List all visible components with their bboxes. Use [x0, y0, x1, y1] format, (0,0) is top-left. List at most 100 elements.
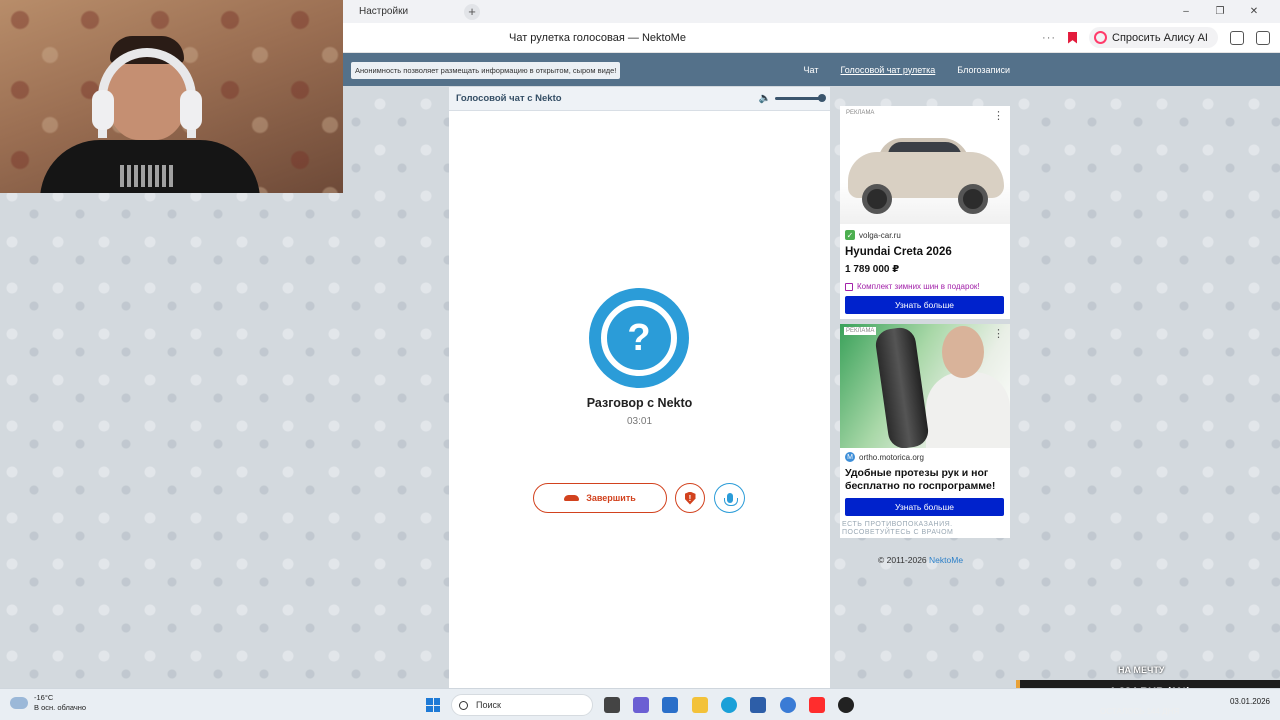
partner-avatar: ? — [589, 288, 689, 388]
donation-goal-label: НА МЕЧТУ — [1118, 665, 1165, 675]
hangup-icon — [564, 495, 580, 501]
speaker-icon: 🔈 — [758, 93, 771, 104]
ad-source[interactable]: ✓ volga-car.ru — [845, 230, 901, 240]
streamer-figure — [40, 30, 260, 193]
explorer-icon[interactable] — [692, 697, 708, 713]
taskbar-clock: 03.01.2026 — [1229, 697, 1270, 706]
cloud-icon — [10, 697, 28, 709]
obs-icon[interactable] — [838, 697, 854, 713]
headset-ear-left — [92, 90, 114, 130]
volume-control[interactable]: 🔈 — [758, 93, 826, 104]
ad-promo: Комплект зимних шин в подарок! — [845, 282, 980, 291]
page-title[interactable]: Чат рулетка голосовая — NektoMe — [509, 32, 686, 44]
microphone-button[interactable] — [714, 483, 745, 513]
ad-promo-label: Комплект зимних шин в подарок! — [857, 282, 980, 291]
tab-settings[interactable]: Настройки — [343, 0, 424, 23]
webcam-overlay — [0, 0, 343, 193]
new-tab-button[interactable]: + — [464, 3, 481, 20]
motorica-icon: M — [845, 452, 855, 462]
store-icon[interactable] — [662, 697, 678, 713]
ad-price: 1 789 000 ₽ — [845, 264, 900, 275]
car-wheel — [862, 184, 892, 214]
search-icon — [459, 700, 468, 710]
report-button[interactable]: ! — [675, 483, 705, 513]
ad-learn-more-button[interactable]: Узнать больше — [845, 296, 1004, 314]
microphone-icon — [723, 493, 738, 506]
search-label: Поиск — [476, 700, 501, 710]
yandex-browser-icon[interactable] — [809, 697, 825, 713]
nav-link-voice-chat[interactable]: Голосовой чат рулетка — [840, 65, 935, 75]
ad-source-label: ortho.motorica.org — [859, 452, 924, 462]
end-call-button[interactable]: Завершить — [533, 483, 667, 513]
volume-slider[interactable] — [775, 94, 826, 102]
more-icon[interactable]: ··· — [1042, 32, 1056, 44]
temperature: -16°C — [34, 693, 54, 702]
volume-slider-knob[interactable] — [818, 94, 826, 102]
footer-link[interactable]: NektoMe — [929, 555, 963, 565]
ad-learn-more-button[interactable]: Узнать больше — [845, 498, 1004, 516]
weather-description: В осн. облачно — [34, 703, 87, 712]
alisa-label: Спросить Алису AI — [1112, 31, 1208, 44]
messenger-icon[interactable] — [780, 697, 796, 713]
ad-disclaimer: ЕСТЬ ПРОТИВОПОКАЗАНИЯ. ПОСОВЕТУЙТЕСЬ С В… — [842, 521, 954, 536]
ad-source[interactable]: M ortho.motorica.org — [845, 452, 924, 462]
headset-ear-right — [180, 90, 202, 130]
anonymity-notice: Анонимность позволяет размещать информац… — [351, 62, 621, 79]
conversation-title: Разговор с Nekto — [586, 396, 693, 410]
footer-copyright: © 2011-2026 NektoMe — [878, 555, 963, 565]
copyright-text: © 2011-2026 — [878, 555, 927, 565]
prosthetic-image — [840, 324, 1010, 448]
close-icon[interactable]: ✕ — [1248, 6, 1260, 17]
address-bar-actions: ··· Спросить Алису AI — [1042, 27, 1270, 48]
site-nav-links: Чат Голосовой чат рулетка Блогозаписи — [804, 65, 1010, 75]
taskbar-search[interactable]: Поиск — [451, 694, 593, 716]
window-controls: – ❐ ✕ — [1180, 6, 1280, 17]
man-body — [926, 372, 1010, 448]
task-view-icon[interactable] — [604, 697, 620, 713]
ad-title[interactable]: Удобные протезы рук и ног бесплатно по г… — [845, 467, 1007, 493]
chat-header: Голосовой чат с Nekto 🔈 — [449, 87, 830, 111]
ad-tag: РЕКЛАМА — [844, 109, 877, 117]
ad-menu-icon[interactable]: ⋮ — [993, 109, 1004, 122]
end-call-label: Завершить — [586, 493, 636, 503]
prosthetic-arm — [873, 325, 931, 448]
ad-source-label: volga-car.ru — [859, 230, 901, 240]
question-icon: ? — [601, 300, 677, 376]
man-head — [942, 326, 984, 378]
car-image — [840, 120, 1010, 224]
chat-header-title: Голосовой чат с Nekto — [456, 93, 562, 104]
address-bar: Чат рулетка голосовая — NektoMe ··· Спро… — [343, 23, 1280, 53]
ad-hyundai[interactable]: РЕКЛАМА ⋮ ✓ volga-car.ru Hyundai Creta 2… — [840, 106, 1010, 319]
shirt-print — [120, 165, 176, 187]
bookmark-icon[interactable] — [1068, 31, 1078, 44]
teams-icon[interactable] — [633, 697, 649, 713]
restore-icon[interactable]: ❐ — [1214, 6, 1226, 17]
weather-text: -16°C В осн. облачно — [34, 693, 86, 713]
car-wheel — [958, 184, 988, 214]
ad-tag: РЕКЛАМА — [844, 327, 877, 335]
windows-start-icon[interactable] — [426, 698, 440, 712]
site-header: Анонимность позволяет размещать информац… — [343, 53, 1280, 86]
minimize-icon[interactable]: – — [1180, 6, 1192, 17]
browser-tabbar: Настройки + – ❐ ✕ — [343, 0, 1280, 23]
ad-prosthetics[interactable]: РЕКЛАМА ⋮ M ortho.motorica.org Удобные п… — [840, 324, 1010, 538]
nav-link-chat[interactable]: Чат — [804, 65, 819, 75]
tab-label: Настройки — [359, 6, 409, 17]
nav-link-blog[interactable]: Блогозаписи — [957, 65, 1010, 75]
edge-icon[interactable] — [721, 697, 737, 713]
app-icon[interactable] — [750, 697, 766, 713]
ad-menu-icon[interactable]: ⋮ — [993, 327, 1004, 340]
verified-icon: ✓ — [845, 230, 855, 240]
download-icon[interactable] — [1256, 30, 1270, 45]
alisa-button[interactable]: Спросить Алису AI — [1089, 27, 1218, 48]
windows-taskbar: -16°C В осн. облачно Поиск 03.01.2026 — [0, 688, 1280, 720]
alisa-icon — [1094, 31, 1108, 44]
shield-icon: ! — [684, 491, 696, 505]
collections-icon[interactable] — [1230, 30, 1244, 45]
voice-chat-panel: Голосовой чат с Nekto 🔈 ? Разговор с Nek… — [449, 87, 830, 688]
call-timer: 03:01 — [626, 416, 653, 427]
donation-days-left: ОСТАЛОСЬ 144 ДНЯ — [1100, 707, 1180, 716]
ad-title[interactable]: Hyundai Creta 2026 — [845, 246, 1007, 259]
gift-icon — [845, 282, 853, 291]
weather-widget[interactable]: -16°C В осн. облачно — [10, 693, 86, 713]
